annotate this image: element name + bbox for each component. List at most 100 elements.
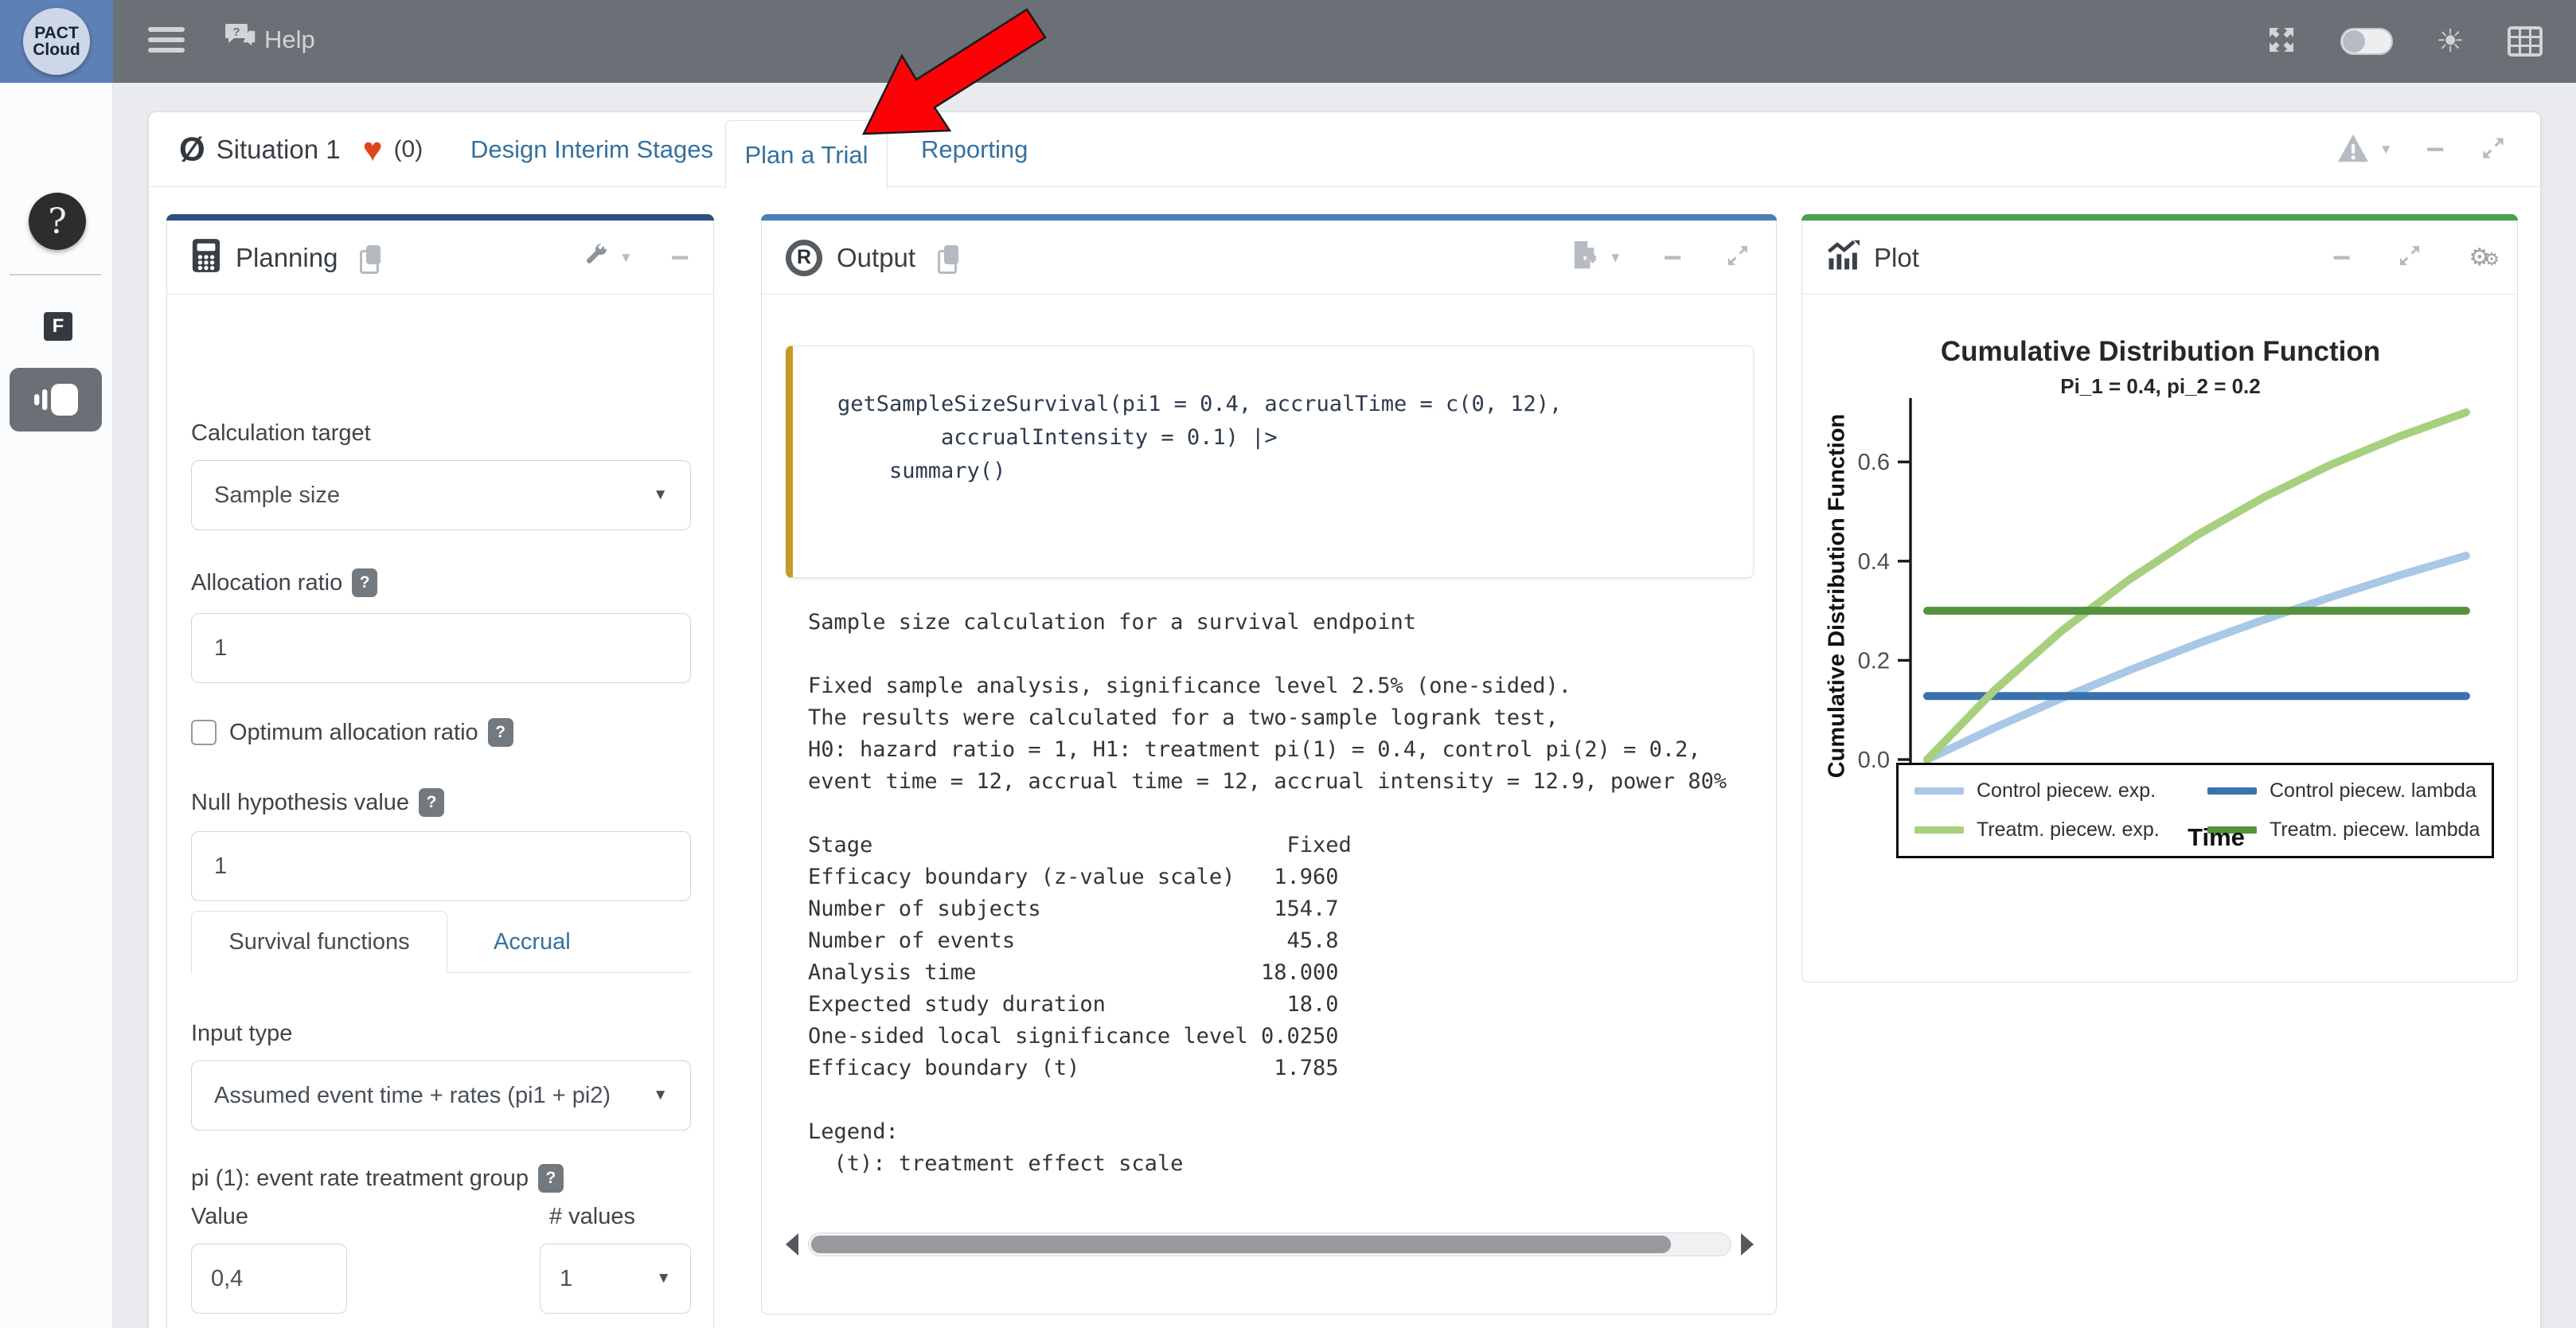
legend-line-swatch: [1914, 826, 1964, 834]
planning-subtabs: Survival functions Accrual: [191, 911, 691, 973]
caret-down-icon: ▼: [2379, 142, 2393, 158]
input-type-select[interactable]: Assumed event time + rates (pi1 + pi2)▼: [191, 1060, 691, 1131]
output-panel-title: Output: [837, 243, 915, 273]
help-badge-icon[interactable]: ?: [352, 568, 377, 597]
subtab-accrual[interactable]: Accrual: [494, 911, 571, 973]
r-code-text: getSampleSizeSurvival(pi1 = 0.4, accrual…: [793, 346, 1753, 488]
allocation-ratio-input[interactable]: 1: [191, 613, 691, 683]
light-mode-sun-icon[interactable]: ☀: [2436, 25, 2465, 57]
num-values-header: # values: [549, 1204, 635, 1230]
legend-entry: Control piecew. exp.: [1914, 779, 2207, 803]
calculation-target-select[interactable]: Sample size▼: [191, 460, 691, 530]
apps-grid-icon[interactable]: [2508, 26, 2543, 57]
legend-line-swatch: [2207, 787, 2257, 795]
help-chat-icon: ?: [224, 22, 256, 57]
plot-panel: Plot − ⚙⚙ Cumulative Distribution Functi…: [1801, 214, 2518, 982]
theme-toggle[interactable]: [2340, 28, 2393, 55]
legend-entry: Control piecew. lambda: [2207, 779, 2480, 803]
situation-title: Situation 1: [217, 135, 341, 165]
sidebar-divider: [10, 274, 101, 275]
gears-settings-icon[interactable]: ⚙⚙: [2469, 244, 2493, 271]
scrollbar-thumb[interactable]: [811, 1236, 1671, 1253]
scroll-right-icon[interactable]: [1741, 1233, 1754, 1256]
optimum-allocation-row: Optimum allocation ratio ?: [191, 718, 513, 747]
planning-accent-bar: [166, 214, 714, 221]
output-accent-bar: [761, 214, 1777, 221]
svg-text:0.0: 0.0: [1858, 748, 1890, 773]
expand-plot-button[interactable]: [2395, 241, 2424, 274]
chart-line-icon: [1826, 240, 1860, 275]
copy-icon[interactable]: [360, 245, 381, 271]
export-dropdown[interactable]: ▼: [1571, 240, 1622, 275]
collapse-card-button[interactable]: −: [2426, 142, 2445, 158]
chevron-down-icon: ▼: [653, 486, 668, 504]
pi1-num-values-select[interactable]: 1▼: [540, 1244, 691, 1314]
svg-text:0.6: 0.6: [1858, 450, 1890, 475]
collapse-planning-button[interactable]: −: [671, 250, 689, 266]
rpact-cloud-logo: PACT Cloud: [23, 8, 90, 75]
planning-tools-dropdown[interactable]: ▼: [583, 242, 633, 273]
brand-logo[interactable]: PACT Cloud: [0, 0, 113, 83]
null-hypothesis-input[interactable]: 1: [191, 831, 691, 901]
file-export-icon: [1571, 240, 1599, 275]
help-button[interactable]: ? Help: [224, 22, 315, 57]
pi1-value-input[interactable]: 0,4: [191, 1244, 347, 1314]
expand-output-button[interactable]: [1723, 241, 1752, 274]
wrench-icon: [583, 242, 610, 273]
situation-card-header: Ø Situation 1 ♥ (0) Design Interim Stage…: [149, 112, 2540, 187]
brand-line2: Cloud: [33, 41, 80, 58]
empty-set-icon: Ø: [179, 131, 205, 169]
favorite-heart-icon[interactable]: ♥: [363, 133, 383, 166]
sidebar-panel-toggle-button[interactable]: [10, 368, 102, 432]
svg-text:0.2: 0.2: [1858, 648, 1890, 674]
svg-text:?: ?: [232, 25, 240, 39]
output-report-text: Sample size calculation for a survival e…: [808, 607, 1727, 1180]
help-badge-icon[interactable]: ?: [538, 1164, 564, 1193]
collapse-output-button[interactable]: −: [1664, 250, 1682, 266]
input-type-label: Input type: [191, 1021, 292, 1047]
output-panel: R Output ▼ − getSampleSizeSurvival(pi1 =…: [761, 214, 1777, 1314]
planning-panel: Planning ▼ − Calculation target Sample s…: [166, 214, 714, 1328]
legend-label: Control piecew. exp.: [1977, 779, 2156, 803]
brand-line1: PACT: [34, 25, 79, 41]
collapse-plot-button[interactable]: −: [2332, 250, 2351, 266]
fullscreen-arrows-icon[interactable]: [2266, 24, 2297, 60]
subtab-survival-functions[interactable]: Survival functions: [191, 911, 447, 974]
calculation-target-label: Calculation target: [191, 420, 371, 447]
help-label: Help: [264, 25, 315, 54]
optimum-allocation-label: Optimum allocation ratio ?: [229, 718, 513, 747]
output-horizontal-scrollbar[interactable]: [786, 1228, 1754, 1261]
pi1-label: pi (1): event rate treatment group ?: [191, 1164, 564, 1193]
caret-down-icon: ▼: [1609, 250, 1622, 266]
scroll-left-icon[interactable]: [786, 1233, 798, 1256]
r-code-block[interactable]: getSampleSizeSurvival(pi1 = 0.4, accrual…: [786, 346, 1754, 578]
scrollbar-track[interactable]: [808, 1232, 1731, 1256]
tab-design-interim-stages[interactable]: Design Interim Stages: [470, 112, 713, 187]
question-mark-avatar[interactable]: ?: [29, 193, 86, 250]
cdf-chart: Cumulative Distribution Function Pi_1 = …: [1802, 295, 2519, 983]
calculator-icon: [191, 237, 221, 278]
plot-panel-title: Plot: [1874, 243, 1919, 273]
r-logo-icon: R: [786, 240, 822, 276]
menu-icon[interactable]: [148, 27, 185, 56]
topbar: PACT Cloud ? Help ☀: [0, 0, 2576, 83]
copy-icon[interactable]: [938, 245, 958, 271]
situation-card: Ø Situation 1 ♥ (0) Design Interim Stage…: [148, 111, 2541, 1328]
caret-down-icon: ▼: [619, 250, 633, 266]
expand-card-button[interactable]: [2478, 133, 2508, 167]
warnings-dropdown[interactable]: ▼: [2336, 133, 2393, 167]
red-annotation-arrow: [836, 6, 1067, 150]
plot-accent-bar: [1801, 214, 2518, 221]
svg-text:0.4: 0.4: [1858, 549, 1890, 575]
allocation-ratio-label: Allocation ratio ?: [191, 568, 377, 597]
sidebar-item-f-icon[interactable]: F: [44, 312, 72, 341]
planning-panel-title: Planning: [236, 243, 338, 273]
pi1-column-headers: Value # values: [191, 1204, 691, 1230]
help-badge-icon[interactable]: ?: [488, 718, 513, 747]
optimum-allocation-checkbox[interactable]: [191, 720, 217, 745]
help-badge-icon[interactable]: ?: [419, 788, 444, 817]
value-header: Value: [191, 1204, 248, 1230]
favorite-count: (0): [394, 136, 423, 163]
legend-line-swatch: [1914, 787, 1964, 795]
chart-x-axis-label: Time: [2121, 823, 2312, 852]
